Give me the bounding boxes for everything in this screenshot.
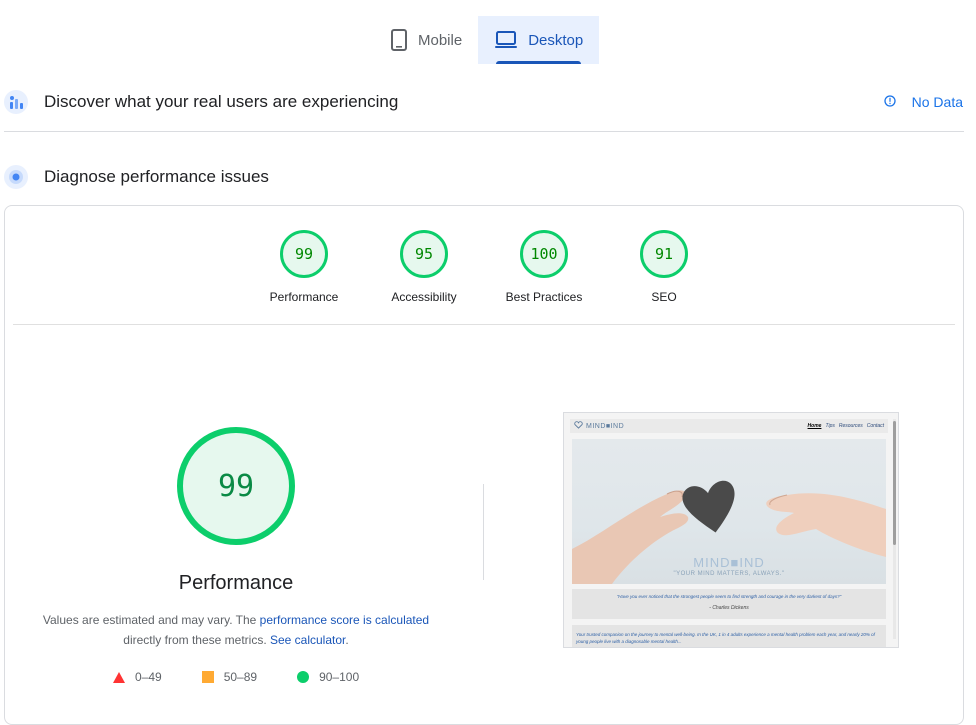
performance-score-link[interactable]: performance score is calculated (260, 613, 429, 627)
gauge-best-practices[interactable]: 100 Best Practices (484, 230, 604, 304)
laptop-icon (494, 30, 518, 50)
preview-body-text: Your trusted companion on the journey to… (572, 625, 886, 647)
info-icon[interactable] (883, 94, 896, 110)
field-data-header: Discover what your real users are experi… (4, 88, 964, 116)
heart-outline-icon (574, 421, 583, 431)
gauge-seo-label: SEO (651, 290, 677, 304)
preview-logo: MIND■IND (574, 421, 624, 431)
fail-triangle-icon (113, 671, 125, 683)
average-square-icon (201, 671, 214, 683)
preview-nav-tips: Tips (825, 423, 835, 429)
preview-logo-text: MIND■IND (586, 422, 625, 430)
performance-title: Performance (178, 572, 294, 594)
desc-prefix: Values are estimated and may vary. The (42, 613, 260, 627)
preview-nav-contact: Contact (866, 423, 884, 429)
legend-average-range: 50–89 (223, 670, 258, 684)
vertical-divider (483, 484, 484, 580)
lab-data-icon (4, 165, 28, 189)
smartphone-icon (390, 29, 408, 51)
no-data-text: No Data (911, 94, 963, 110)
legend-pass: 90–100 (297, 670, 359, 684)
preview-nav-links: Home Tips Resources Contact (808, 423, 884, 429)
see-calculator-link[interactable]: See calculator (270, 633, 345, 647)
preview-quote-author: - Charles Dickens (709, 605, 749, 611)
performance-score-gauge: 99 (177, 427, 295, 545)
preview-hero-image: MIND■IND "YOUR MIND MATTERS, ALWAYS." (572, 439, 886, 584)
report-card: 99 Performance 95 Accessibility 100 Best… (4, 205, 964, 725)
desc-middle: directly from these metrics. (123, 633, 270, 647)
legend-fail-range: 0–49 (135, 670, 162, 684)
score-legend: 0–49 50–89 90–100 (113, 670, 399, 684)
gauge-accessibility[interactable]: 95 Accessibility (364, 230, 484, 304)
pass-circle-icon (297, 671, 310, 683)
section-divider (4, 131, 964, 132)
gauge-accessibility-score: 95 (400, 230, 448, 278)
preview-navbar: MIND■IND Home Tips Resources Contact (570, 419, 888, 433)
gauge-best-practices-label: Best Practices (505, 290, 583, 304)
preview-nav-home: Home (807, 423, 822, 429)
tab-desktop[interactable]: Desktop (478, 16, 600, 64)
gauge-performance-score: 99 (280, 230, 328, 278)
lab-data-title: Diagnose performance issues (44, 167, 269, 186)
no-data-indicator: No Data (883, 94, 963, 110)
gauge-seo[interactable]: 91 SEO (604, 230, 724, 304)
preview-quote-text: "Have you ever noticed that the stronges… (616, 594, 842, 599)
gauge-performance[interactable]: 99 Performance (244, 230, 364, 304)
device-tabs: Mobile Desktop (374, 16, 600, 64)
card-divider (13, 324, 955, 325)
tab-mobile[interactable]: Mobile (374, 16, 478, 64)
legend-pass-range: 90–100 (319, 670, 360, 684)
preview-nav-resources: Resources (838, 423, 863, 429)
desc-suffix: . (345, 633, 349, 647)
tab-desktop-label: Desktop (528, 31, 584, 49)
preview-hero-brand: MIND■IND (693, 555, 765, 570)
field-data-icon (4, 90, 28, 114)
gauge-seo-score: 91 (640, 230, 688, 278)
field-data-title: Discover what your real users are experi… (44, 92, 399, 111)
preview-scrollbar (893, 419, 896, 639)
legend-average: 50–89 (201, 670, 258, 684)
tab-mobile-label: Mobile (418, 31, 463, 49)
gauge-performance-label: Performance (269, 290, 339, 304)
legend-fail: 0–49 (113, 670, 162, 684)
preview-quote-box: "Have you ever noticed that the stronges… (572, 589, 886, 619)
gauge-best-practices-score: 100 (520, 230, 568, 278)
performance-description: Values are estimated and may vary. The p… (39, 610, 433, 650)
final-screenshot[interactable]: MIND■IND Home Tips Resources Contact MIN… (563, 412, 899, 648)
lab-data-header: Diagnose performance issues (4, 163, 964, 191)
category-gauges: 99 Performance 95 Accessibility 100 Best… (5, 230, 963, 304)
gauge-accessibility-label: Accessibility (391, 290, 457, 304)
preview-hero-tagline: "YOUR MIND MATTERS, ALWAYS." (673, 571, 785, 577)
